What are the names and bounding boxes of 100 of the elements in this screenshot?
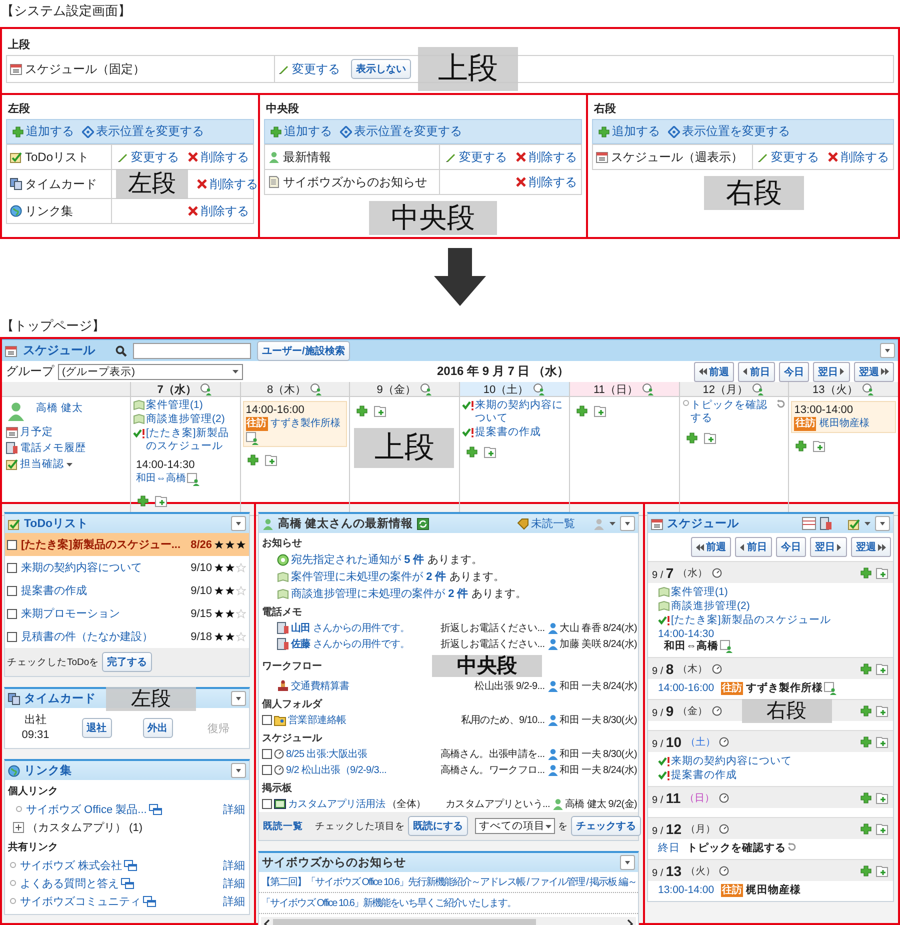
- schedule-link[interactable]: 商談進捗管理(2): [146, 413, 225, 426]
- person-icon: [262, 518, 274, 530]
- hide-button[interactable]: 表示しない: [351, 59, 411, 79]
- move-link[interactable]: 表示位置を変更する: [668, 123, 790, 140]
- preview-text: 私用のため、9/10...: [460, 714, 545, 727]
- item-link[interactable]: 営業部連絡帳: [288, 713, 346, 727]
- add-link[interactable]: 追加する: [270, 123, 332, 140]
- event-link[interactable]: 和田⇔高橋: [136, 472, 186, 486]
- read-list-link[interactable]: 既読一覧: [263, 820, 303, 832]
- item-link[interactable]: 交通費精算書: [291, 679, 350, 693]
- nav-button[interactable]: 翌週: [851, 537, 891, 557]
- detail-link[interactable]: 詳細: [223, 876, 245, 890]
- checkbox[interactable]: [7, 540, 17, 550]
- add-link[interactable]: 追加する: [12, 123, 74, 140]
- todo-link[interactable]: [たたき案]新製品のスケジュール: [671, 614, 831, 627]
- user-link[interactable]: 電話メモ履歴: [6, 441, 126, 455]
- detail-link[interactable]: 詳細: [223, 858, 245, 872]
- todo-link[interactable]: 来期の契約内容について: [671, 755, 792, 768]
- nav-button[interactable]: 前週: [691, 537, 731, 557]
- checkbox[interactable]: [7, 562, 17, 572]
- delete-link[interactable]: 削除する: [187, 202, 249, 220]
- search-field[interactable]: [133, 342, 251, 358]
- checkbox[interactable]: [7, 586, 17, 596]
- delete-link[interactable]: 削除する: [515, 148, 577, 166]
- move-link[interactable]: 表示位置を変更する: [82, 123, 204, 140]
- event-link[interactable]: 梶田物産様: [819, 417, 870, 431]
- detail-link[interactable]: 詳細: [223, 894, 245, 908]
- schedule-link[interactable]: 案件管理(1): [146, 399, 203, 412]
- move-link[interactable]: 表示位置を変更する: [340, 123, 462, 140]
- todo-link[interactable]: 来期の契約内容について: [475, 399, 567, 425]
- notice-link[interactable]: 案件管理に未処理の案件が 2 件: [291, 571, 446, 583]
- item-select[interactable]: すべての項目: [475, 818, 555, 834]
- change-link[interactable]: 変更する: [445, 148, 507, 166]
- todo-link[interactable]: 提案書の作成: [475, 426, 542, 439]
- unread-link[interactable]: 未読一覧: [517, 516, 575, 531]
- person-icon: [6, 401, 26, 421]
- nav-button[interactable]: 今日: [776, 537, 806, 557]
- item-link[interactable]: 佐藤 さんからの用件です。: [291, 637, 410, 651]
- delete-link[interactable]: 削除する: [196, 176, 258, 192]
- delete-link[interactable]: 削除する: [827, 148, 889, 166]
- checkbox[interactable]: [262, 715, 272, 725]
- menu-button[interactable]: [231, 763, 246, 778]
- checkbox[interactable]: [262, 799, 272, 809]
- checkbox[interactable]: [262, 749, 272, 759]
- bookmark-link[interactable]: サイボウズ 株式会社: [20, 858, 138, 872]
- notice-link[interactable]: 商談進捗管理に未処理の案件が 2 件: [291, 588, 468, 600]
- mark-read-button[interactable]: 既読にする: [408, 816, 468, 836]
- change-link[interactable]: 変更する: [278, 60, 340, 78]
- item-date: 8/24(水): [602, 622, 637, 635]
- checkbox[interactable]: [7, 632, 17, 642]
- nav-button[interactable]: 翌日: [813, 362, 850, 382]
- add-link[interactable]: 追加する: [598, 123, 660, 140]
- notice-link[interactable]: 【第二回】「サイボウズ Office 10.6」先行新機能紹介～アドレス帳 / ファイル管理 / 掲示板 編～: [259, 872, 638, 893]
- day-label: 12（月）: [702, 382, 748, 396]
- nav-button[interactable]: 前日: [738, 362, 775, 382]
- group-select[interactable]: (グループ表示): [58, 364, 243, 380]
- notice-link[interactable]: 宛先指定された通知が 5 件: [291, 554, 424, 566]
- user-link[interactable]: 月予定: [6, 425, 126, 439]
- nav-button[interactable]: 今日: [779, 362, 809, 382]
- todo-link[interactable]: 提案書の作成: [671, 769, 737, 782]
- complete-button[interactable]: 完了する: [102, 652, 152, 672]
- nav-button[interactable]: 前日: [735, 537, 772, 557]
- detail-link[interactable]: 詳細: [223, 802, 245, 816]
- bookmark-link[interactable]: よくある質問と答え: [20, 876, 134, 890]
- bookmark-link[interactable]: サイボウズ Office 製品...: [26, 802, 162, 816]
- check-button[interactable]: チェックする: [571, 816, 641, 836]
- timecard-button[interactable]: 退社: [82, 718, 112, 738]
- overdue-todo-row[interactable]: [たたき案]新製品のスケジュー... 8/26: [5, 533, 249, 556]
- user-name-link[interactable]: 高橋 健太: [36, 401, 83, 421]
- item-link[interactable]: 9/2 松山出張（9/2-9/3...: [286, 763, 386, 777]
- timecard-button[interactable]: 外出: [142, 718, 172, 738]
- menu-button[interactable]: [880, 343, 895, 358]
- expand-icon[interactable]: [13, 822, 24, 832]
- nav-button[interactable]: 前週: [694, 362, 734, 382]
- item-link[interactable]: カスタムアプリ活用法: [288, 797, 386, 811]
- event-link[interactable]: すずき製作所様: [270, 417, 341, 431]
- change-link[interactable]: 変更する: [117, 148, 179, 166]
- user-link[interactable]: 担当確認: [6, 457, 126, 471]
- change-link[interactable]: 変更する: [757, 148, 819, 166]
- item-link[interactable]: 山田 さんからの用件です。: [291, 621, 410, 635]
- item-link[interactable]: 8/25 出張:大阪出張: [286, 747, 368, 761]
- todo-link[interactable]: [たたき案]新製品のスケジュール: [146, 427, 238, 453]
- delete-link[interactable]: 削除する: [187, 148, 249, 166]
- search-button[interactable]: ユーザー/施設検索: [257, 340, 350, 360]
- nav-button[interactable]: 翌週: [854, 362, 894, 382]
- nav-button[interactable]: 翌日: [810, 537, 847, 557]
- checkbox[interactable]: [7, 608, 17, 618]
- menu-button[interactable]: [620, 516, 635, 531]
- menu-button[interactable]: [231, 516, 246, 531]
- menu-button[interactable]: [875, 516, 890, 531]
- schedule-link[interactable]: 案件管理(1): [671, 586, 728, 599]
- schedule-link[interactable]: 商談進捗管理(2): [671, 600, 750, 613]
- bookmark-link[interactable]: サイボウズコミュニティ: [20, 894, 156, 908]
- menu-button[interactable]: [231, 691, 246, 706]
- delete-link[interactable]: 削除する: [515, 174, 577, 190]
- notice-link[interactable]: 「サイボウズ Office 10.6」新機能をいち早くご紹介いたします。: [259, 893, 638, 914]
- menu-button[interactable]: [620, 855, 635, 870]
- checklist-icon: [6, 458, 18, 470]
- event-link[interactable]: トピックを確認する: [690, 399, 776, 425]
- checkbox[interactable]: [262, 765, 272, 775]
